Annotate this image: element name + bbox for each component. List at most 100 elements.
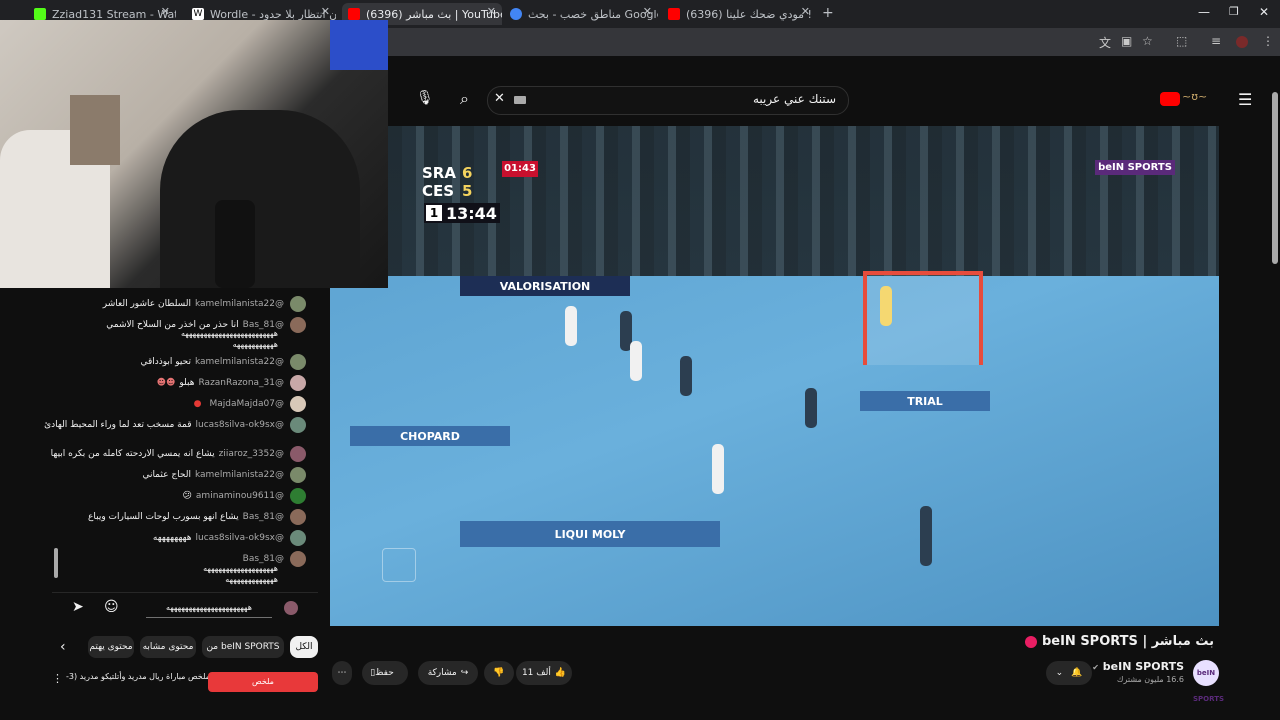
chat-username[interactable]: @Bas_81 [243, 554, 284, 564]
avatar [290, 488, 306, 504]
notification-bell-button[interactable]: ⌄ 🔔 [1046, 661, 1092, 685]
chat-text: السلطان عاشور العاشر [102, 299, 191, 309]
close-icon[interactable]: ✕ [643, 5, 652, 18]
browser-tab[interactable]: مناطق خصب - بحث Google ✕ [504, 3, 658, 25]
video-player[interactable]: VALORISATION CHOPARD LIQUI MOLY TRIAL SR… [330, 126, 1219, 626]
chat-message: @lucas8silva-ok9sx قمة مسخب تعد لما وراء… [44, 417, 306, 433]
microphone-icon[interactable]: 🎙 [416, 90, 434, 106]
close-icon[interactable]: ✕ [487, 5, 496, 18]
chat-message: @aminaminou9611 😕 [183, 488, 306, 504]
hamburger-menu-icon[interactable]: ☰ [1238, 90, 1252, 109]
chip-related[interactable]: محتوى مشابه [140, 636, 196, 658]
chat-username[interactable]: @aminaminou9611 [196, 491, 284, 501]
google-icon [510, 8, 522, 20]
avatar [290, 446, 306, 462]
minimize-icon[interactable]: — [1198, 5, 1210, 19]
tab-title: Wordle - بدون انتظار بلا حدود [210, 7, 336, 21]
chat-message: @kamelmilanista22 السلطان عاشور العاشر [103, 296, 306, 312]
chat-username[interactable]: @ziiaroz_3352 [219, 449, 284, 459]
video-title-text: بث مباشر | beIN SPORTS [1041, 634, 1214, 649]
channel-name[interactable]: beIN SPORTS ✔ [1092, 660, 1184, 673]
goal-net [863, 271, 983, 365]
avatar [290, 396, 306, 412]
chat-text-wrap: هههههههههههه [232, 340, 278, 349]
new-tab-icon[interactable]: + [822, 5, 834, 21]
send-icon[interactable]: ➤ [72, 599, 84, 615]
chat-username[interactable]: @Bas_81 [243, 512, 284, 522]
team-2-name: CES [422, 182, 455, 200]
related-chips: ‹ محتوى يهتم محتوى مشابه من beIN SPORTS … [52, 636, 322, 660]
avatar [290, 417, 306, 433]
emoji-picker-icon[interactable]: ☺ [104, 599, 119, 615]
chat-username[interactable]: @lucas8silva-ok9sx [196, 420, 285, 430]
tab-title: Zziad131 Stream - Watch Live o [52, 7, 176, 21]
chat-text-wrap: هههههههههههههههههههههههههه [180, 329, 278, 338]
dislike-button[interactable]: 👎 [484, 661, 514, 685]
video-title: بث مباشر | beIN SPORTS [1019, 634, 1214, 649]
court-ad: LIQUI MOLY [460, 521, 720, 547]
emoji-icon: ☻☻ [156, 378, 176, 388]
chat-text: هبلو [179, 378, 195, 388]
translate-icon[interactable]: 文 [1099, 34, 1111, 51]
half-indicator: 1 [426, 205, 442, 221]
close-icon[interactable]: ✕ [321, 5, 330, 18]
share-button[interactable]: مشاركة ↪ [418, 661, 478, 685]
more-options-icon[interactable]: ⋮ [52, 672, 63, 685]
chevron-left-icon[interactable]: ‹ [60, 639, 66, 655]
team-1-name: SRA [422, 164, 456, 182]
verified-icon: ✔ [1092, 663, 1099, 672]
close-icon[interactable]: ✕ [161, 5, 170, 18]
chat-input-bar: ➤ ☺ ههههههههههههههههههههههه [52, 592, 318, 623]
related-video-item[interactable]: ⋮ ملخص مباراة ريال مدريد وأتلتيكو مدريد … [52, 672, 322, 692]
chat-text: تحيو ابوذداقي [140, 357, 191, 367]
chip-recent[interactable]: محتوى يهتم [88, 636, 134, 658]
court-ad: CHOPARD [350, 426, 510, 446]
restore-icon[interactable]: ❐ [1229, 5, 1239, 18]
related-video-thumbnail[interactable]: ملخص [208, 672, 318, 692]
search-query-text: ستنك عني عريبه [753, 92, 836, 106]
close-icon[interactable]: ✕ [801, 5, 810, 18]
bookmark-star-icon[interactable]: ☆ [1142, 34, 1153, 48]
chip-all[interactable]: الكل [290, 636, 318, 658]
keyboard-icon[interactable] [514, 96, 526, 104]
chat-username[interactable]: @kamelmilanista22 [195, 299, 284, 309]
save-button[interactable]: ▯ حفظ [362, 661, 408, 685]
media-control-icon[interactable]: ≡ [1211, 34, 1221, 48]
chat-username[interactable]: @lucas8silva-ok9sx [196, 533, 285, 543]
bell-icon: 🔔 [1071, 668, 1083, 678]
chat-username[interactable]: @kamelmilanista22 [195, 470, 284, 480]
team-2-score: 5 [462, 182, 473, 200]
browser-tab[interactable]: (6396) مودي ضحك علينا ! 😂 💔 ✕ [662, 3, 816, 25]
chat-message-input[interactable]: ههههههههههههههههههههههه [146, 599, 272, 618]
chat-username[interactable]: @RazanRazona_31 [199, 378, 285, 388]
player-figure [565, 306, 577, 346]
broadcaster-logo: beIN SPORTS [1095, 160, 1175, 175]
window-close-icon[interactable]: ✕ [1259, 5, 1269, 19]
page-scrollbar[interactable] [1272, 92, 1278, 264]
channel-avatar[interactable]: beIN SPORTS [1193, 660, 1224, 703]
extensions-icon[interactable]: ⬚ [1176, 34, 1187, 48]
avatar [290, 354, 306, 370]
like-button[interactable]: 11 ألف 👍 [516, 661, 572, 685]
chat-text: ههههههههه [152, 533, 192, 543]
player-figure [712, 444, 724, 494]
youtube-icon [668, 8, 680, 20]
microphone-stand [215, 200, 255, 288]
chat-username[interactable]: @kamelmilanista22 [195, 357, 284, 367]
more-actions-button[interactable]: ⋯ [332, 661, 352, 685]
chat-scrollbar[interactable] [54, 548, 58, 578]
cast-icon[interactable]: ▣ [1121, 34, 1132, 48]
search-input[interactable]: ✕ ستنك عني عريبه [487, 86, 849, 115]
profile-avatar[interactable] [1236, 36, 1248, 48]
chat-message: @Bas_81 يشاع انهو بسورب لوحات السيارات و… [88, 509, 306, 525]
subscriber-count: 16.6 مليون مشترك [1116, 675, 1184, 684]
search-icon[interactable]: ⌕ [460, 89, 469, 109]
clear-search-icon[interactable]: ✕ [494, 91, 505, 106]
chat-username[interactable]: @MajdaMajda07 [210, 399, 284, 409]
chip-from-channel[interactable]: من beIN SPORTS [202, 636, 284, 658]
menu-kebab-icon[interactable]: ⋮ [1262, 34, 1274, 48]
player-figure [920, 506, 932, 566]
doodle-logo[interactable]: ~ʊ~ [1182, 90, 1220, 106]
player-figure [805, 388, 817, 428]
youtube-logo-icon[interactable] [1160, 92, 1180, 106]
